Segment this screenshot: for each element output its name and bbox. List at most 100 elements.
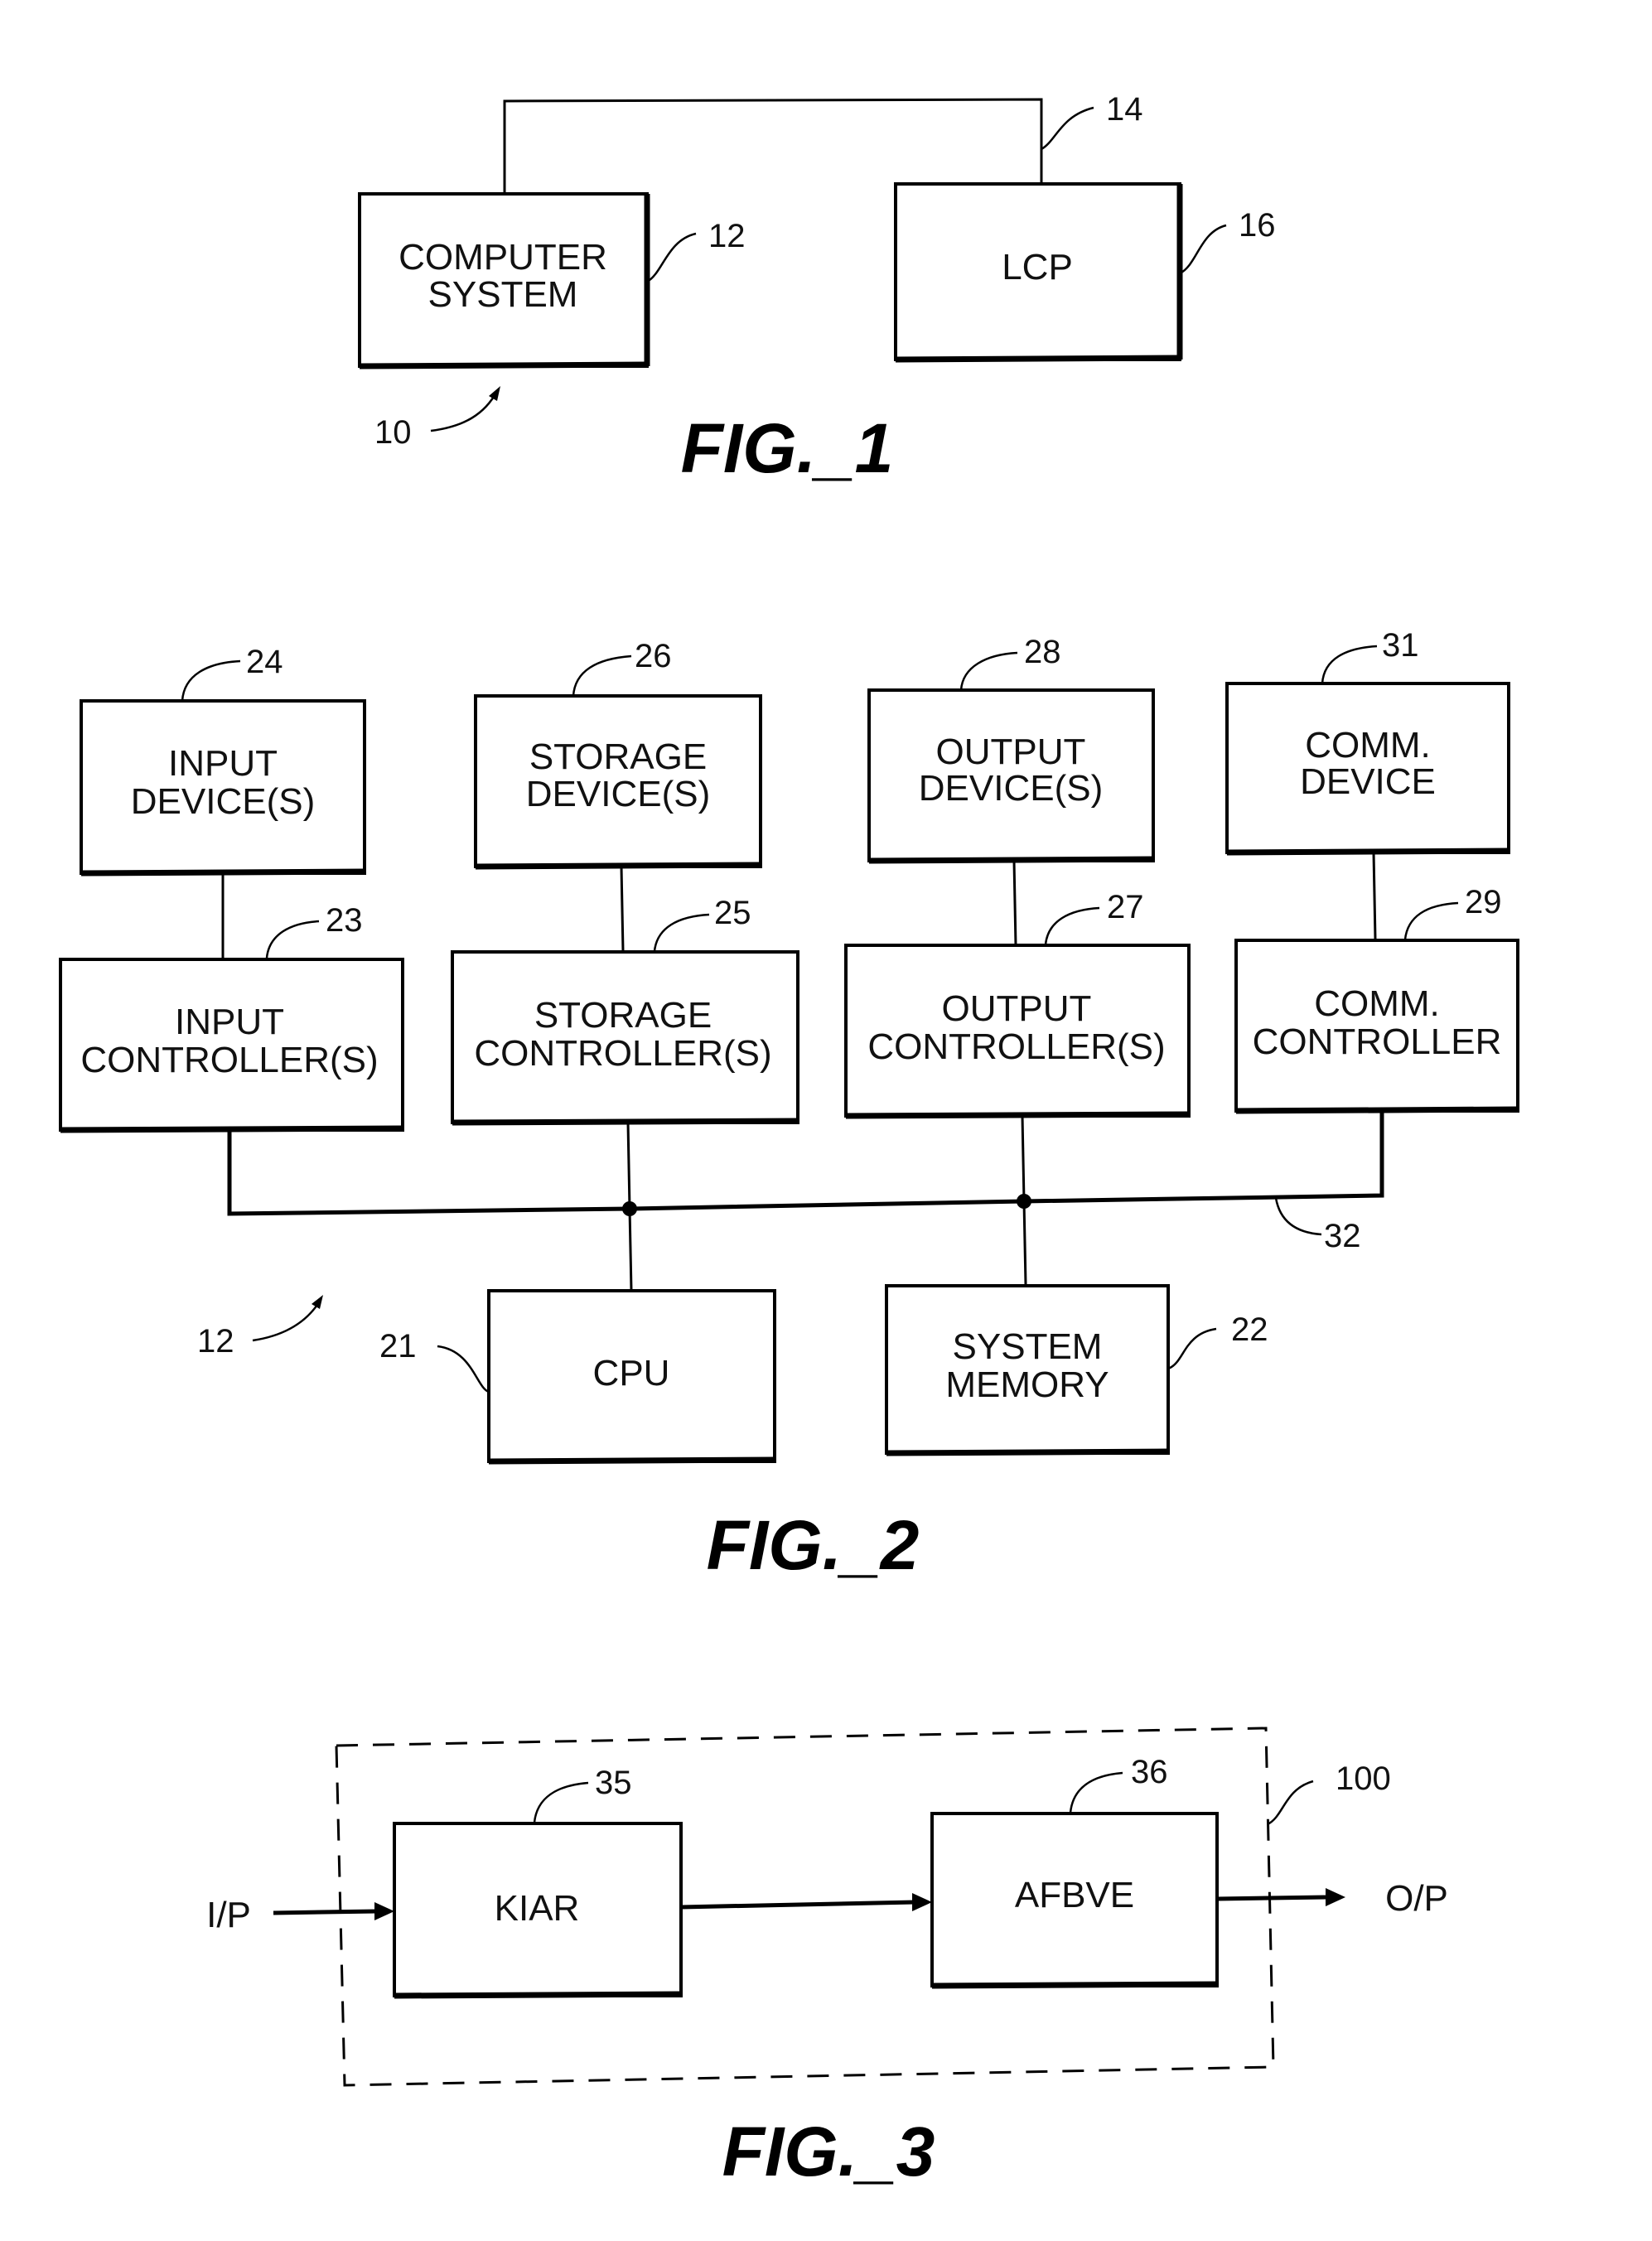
fig-2-caption: FIG._2 — [707, 1506, 920, 1584]
ref-12: 12 — [708, 218, 746, 254]
arrow-10-head — [489, 386, 500, 401]
lcp-label: LCP — [1002, 247, 1073, 287]
link-output — [1012, 860, 1017, 946]
arrow-10 — [430, 390, 499, 432]
output-device-label-1: OUTPUT — [936, 732, 1086, 772]
ref-35: 35 — [595, 1765, 632, 1801]
lcp-box: LCP — [894, 182, 1183, 363]
comm-controller-box: COMM. CONTROLLER — [1234, 939, 1519, 1114]
ref-12-system: 12 — [197, 1323, 234, 1360]
leader-24 — [181, 659, 241, 702]
output-controller-label-1: OUTPUT — [942, 988, 1092, 1029]
input-controller-box: INPUT CONTROLLER(S) — [59, 958, 404, 1133]
figure-2: INPUT DEVICE(S) 24 STORAGE DEVICE(S) 26 … — [59, 627, 1519, 1584]
input-device-label-2: DEVICE(S) — [131, 781, 315, 822]
link-memory — [1022, 1200, 1027, 1285]
leader-21 — [437, 1345, 490, 1393]
output-controller-box: OUTPUT CONTROLLER(S) — [844, 944, 1191, 1119]
leader-23 — [265, 920, 320, 959]
storage-controller-box: STORAGE CONTROLLER(S) — [451, 950, 799, 1126]
leader-35 — [533, 1781, 589, 1823]
cpu-label: CPU — [593, 1353, 670, 1393]
fig-1-caption: FIG._1 — [681, 409, 894, 487]
ref-36: 36 — [1131, 1754, 1168, 1790]
ref-23: 23 — [326, 902, 363, 939]
ref-25: 25 — [714, 895, 751, 931]
cpu-box: CPU — [487, 1289, 776, 1465]
patent-drawing-sheet: COMPUTER SYSTEM 12 LCP 16 14 10 FIG._1 I… — [59, 91, 1519, 2190]
computer-system-label-1: COMPUTER — [399, 237, 607, 278]
comm-device-label-2: DEVICE — [1300, 761, 1436, 802]
leader-36 — [1069, 1771, 1123, 1814]
comm-controller-label-1: COMM. — [1314, 983, 1440, 1024]
bus-drop-storage — [626, 1122, 631, 1210]
comm-controller-label-2: CONTROLLER — [1253, 1021, 1502, 1062]
afbve-label: AFBVE — [1015, 1875, 1134, 1915]
computer-system-box: COMPUTER SYSTEM — [358, 192, 650, 369]
storage-controller-label-1: STORAGE — [534, 995, 712, 1036]
output-controller-label-2: CONTROLLER(S) — [867, 1026, 1165, 1067]
kiar-box: KIAR — [393, 1822, 683, 1999]
storage-device-label-1: STORAGE — [529, 737, 707, 777]
system-memory-label-2: MEMORY — [945, 1364, 1109, 1405]
output-device-label-2: DEVICE(S) — [919, 768, 1103, 809]
ref-28: 28 — [1024, 634, 1061, 670]
output-label: O/P — [1385, 1878, 1448, 1919]
kiar-label: KIAR — [495, 1888, 580, 1929]
comm-device-box: COMM. DEVICE — [1225, 682, 1510, 856]
ref-32: 32 — [1324, 1218, 1361, 1254]
link-14 — [503, 98, 1043, 194]
input-arrowhead — [374, 1902, 394, 1920]
input-controller-label-2: CONTROLLER(S) — [80, 1040, 378, 1080]
input-device-label-1: INPUT — [168, 743, 278, 784]
system-memory-box: SYSTEM MEMORY — [885, 1284, 1170, 1456]
ref-14: 14 — [1106, 91, 1143, 128]
input-device-box: INPUT DEVICE(S) — [80, 699, 366, 877]
output-arrowhead — [1326, 1888, 1345, 1906]
figure-3: 100 KIAR 35 AFBVE 36 I/P O/P FIG._3 — [206, 1727, 1448, 2190]
fig-3-caption: FIG._3 — [722, 2113, 935, 2190]
input-arrow — [273, 1909, 378, 1915]
output-device-box: OUTPUT DEVICE(S) — [867, 688, 1155, 864]
leader-32 — [1274, 1197, 1322, 1236]
kiar-to-afbve-arrow — [680, 1900, 915, 1910]
ref-24: 24 — [246, 644, 283, 680]
link-cpu — [628, 1208, 633, 1292]
link-comm — [1372, 852, 1377, 940]
input-controller-label-1: INPUT — [175, 1002, 284, 1042]
ref-26: 26 — [635, 638, 672, 674]
leader-27 — [1044, 906, 1100, 945]
afbve-box: AFBVE — [930, 1812, 1219, 1989]
leader-26 — [572, 654, 632, 697]
kiar-to-afbve-arrowhead — [912, 1893, 932, 1911]
system-memory-label-1: SYSTEM — [953, 1326, 1103, 1367]
arrow-12-head — [312, 1295, 323, 1309]
leader-28 — [959, 651, 1018, 691]
ref-16: 16 — [1239, 207, 1276, 244]
ref-10: 10 — [374, 414, 412, 451]
ref-21: 21 — [379, 1328, 417, 1364]
ref-27: 27 — [1107, 889, 1144, 925]
comm-device-label-1: COMM. — [1305, 725, 1431, 766]
ref-29: 29 — [1465, 884, 1502, 920]
figure-1: COMPUTER SYSTEM 12 LCP 16 14 10 FIG._1 — [358, 91, 1276, 487]
ref-31: 31 — [1382, 627, 1419, 664]
output-arrow — [1216, 1895, 1326, 1901]
leader-100 — [1267, 1780, 1314, 1826]
ref-22: 22 — [1231, 1311, 1268, 1348]
leader-16 — [1179, 224, 1227, 275]
arrow-12 — [252, 1302, 321, 1342]
computer-system-label-2: SYSTEM — [428, 274, 578, 315]
bus-drop-output — [1021, 1115, 1026, 1202]
leader-31 — [1321, 645, 1378, 684]
leader-14 — [1041, 106, 1094, 151]
leader-29 — [1403, 901, 1459, 940]
storage-device-box: STORAGE DEVICE(S) — [474, 694, 762, 870]
input-label: I/P — [206, 1895, 251, 1935]
leader-25 — [653, 913, 710, 952]
link-storage — [620, 866, 625, 952]
leader-12 — [646, 232, 697, 283]
storage-controller-label-2: CONTROLLER(S) — [474, 1033, 771, 1074]
ref-100: 100 — [1336, 1760, 1391, 1797]
leader-22 — [1167, 1327, 1217, 1370]
